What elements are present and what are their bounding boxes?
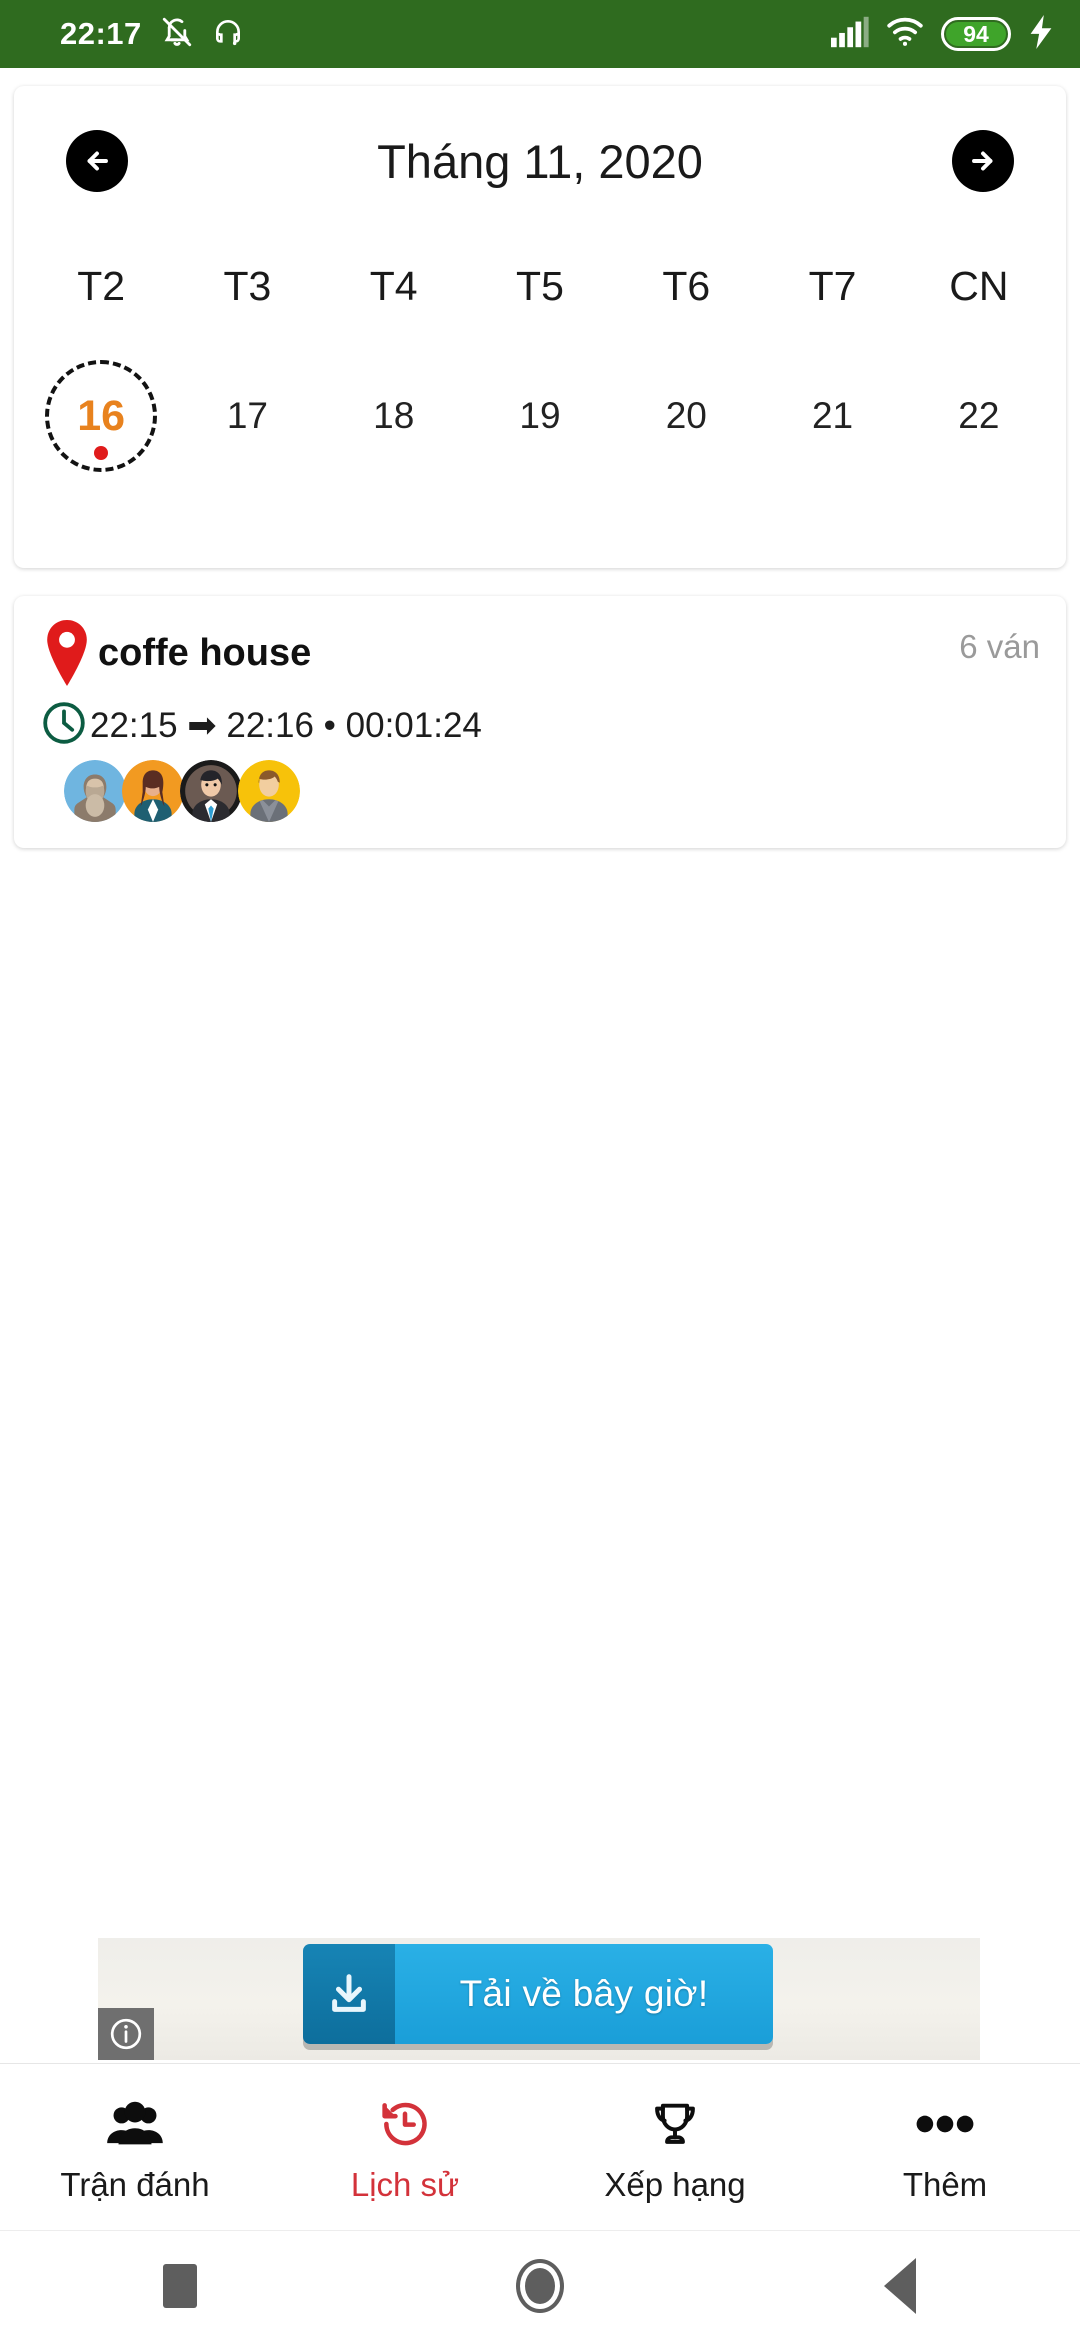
weekday-label: T4 bbox=[369, 262, 418, 309]
ad-banner[interactable]: Tải về bây giờ! bbox=[98, 1938, 980, 2060]
home-icon bbox=[516, 2258, 564, 2313]
info-icon[interactable] bbox=[98, 2008, 154, 2060]
history-icon bbox=[379, 2096, 431, 2152]
history-rounds-count: 6 ván bbox=[959, 628, 1040, 665]
avatar[interactable] bbox=[238, 760, 300, 822]
battery-icon: 94 bbox=[941, 17, 1011, 51]
calendar-header: Tháng 11, 2020 bbox=[14, 86, 1066, 236]
date-label: 20 bbox=[665, 395, 707, 436]
battery-level: 94 bbox=[963, 20, 989, 47]
event-dot bbox=[94, 446, 109, 460]
recents-icon bbox=[163, 2263, 197, 2308]
weekday-label: T3 bbox=[223, 262, 272, 309]
date-label: 18 bbox=[373, 395, 415, 436]
weekday-cell: T4 bbox=[321, 263, 467, 310]
date-cell-selected[interactable]: 16 bbox=[28, 360, 174, 472]
back-button[interactable] bbox=[720, 2257, 1080, 2314]
ad-cta-label: Tải về bây giờ! bbox=[395, 1944, 773, 2044]
recents-button[interactable] bbox=[0, 2263, 360, 2308]
weekday-cell: T3 bbox=[174, 263, 320, 310]
calendar-title: Tháng 11, 2020 bbox=[377, 134, 703, 188]
date-cell[interactable]: 21 bbox=[759, 395, 905, 437]
trophy-icon bbox=[649, 2096, 701, 2152]
date-cell[interactable]: 18 bbox=[321, 395, 467, 437]
tab-xep-hang[interactable]: Xếp hạng bbox=[540, 2064, 810, 2230]
tab-tran-danh[interactable]: Trận đánh bbox=[0, 2064, 270, 2230]
tab-label: Lịch sử bbox=[350, 2166, 460, 2203]
weekday-cell: CN bbox=[906, 263, 1052, 310]
weekday-label: CN bbox=[949, 262, 1009, 309]
history-time-row: 22:15 ➡ 22:16 • 00:01:24 bbox=[40, 699, 1040, 752]
tab-label: Trận đánh bbox=[60, 2166, 210, 2203]
date-row: 16 17 18 19 20 21 22 bbox=[14, 336, 1066, 496]
bottom-tab-bar: Trận đánh Lịch sử Xếp hạng Thêm bbox=[0, 2063, 1080, 2230]
home-icon-inner bbox=[525, 2267, 555, 2304]
tab-lich-su[interactable]: Lịch sử bbox=[270, 2064, 540, 2230]
avatar[interactable] bbox=[122, 760, 184, 822]
ad-cta-button[interactable]: Tải về bây giờ! bbox=[303, 1944, 773, 2044]
charging-bolt-icon bbox=[1028, 14, 1054, 54]
history-time-range: 22:15 ➡ 22:16 • 00:01:24 bbox=[90, 705, 482, 745]
status-clock: 22:17 bbox=[60, 16, 142, 51]
date-cell[interactable]: 22 bbox=[906, 395, 1052, 437]
next-month-button[interactable] bbox=[952, 130, 1014, 192]
weekday-cell: T2 bbox=[28, 263, 174, 310]
people-icon bbox=[106, 2096, 164, 2152]
date-label: 21 bbox=[811, 395, 854, 436]
history-card-header: coffe house 6 ván bbox=[40, 618, 1040, 691]
android-navigation-bar bbox=[0, 2230, 1080, 2340]
home-button[interactable] bbox=[360, 2258, 720, 2313]
tab-label: Xếp hạng bbox=[604, 2166, 746, 2203]
tab-them[interactable]: Thêm bbox=[810, 2064, 1080, 2230]
date-label: 19 bbox=[519, 395, 561, 436]
date-label: 17 bbox=[226, 395, 268, 436]
status-bar: 22:17 94 bbox=[0, 0, 1080, 68]
prev-month-button[interactable] bbox=[66, 130, 128, 192]
weekday-label: T5 bbox=[516, 262, 564, 309]
history-place-name: coffe house bbox=[98, 632, 312, 674]
weekday-cell: T6 bbox=[613, 263, 759, 310]
download-icon bbox=[303, 1944, 395, 2044]
date-cell[interactable]: 20 bbox=[613, 395, 759, 437]
weekday-label: T2 bbox=[77, 262, 126, 309]
wifi-icon bbox=[886, 17, 924, 52]
clock-icon bbox=[40, 699, 88, 752]
location-pin-icon bbox=[40, 620, 94, 691]
avatar[interactable] bbox=[180, 760, 242, 822]
weekday-row: T2 T3 T4 T5 T6 T7 CN bbox=[14, 236, 1066, 336]
weekday-cell: T7 bbox=[759, 263, 905, 310]
tab-label: Thêm bbox=[902, 2166, 988, 2203]
weekday-cell: T5 bbox=[467, 263, 613, 310]
date-cell[interactable]: 17 bbox=[174, 395, 320, 437]
calendar-card: Tháng 11, 2020 T2 T3 T4 T5 T6 T7 CN 16 1… bbox=[14, 86, 1066, 568]
status-bar-right: 94 bbox=[831, 14, 1054, 54]
headset-icon bbox=[212, 16, 244, 53]
ellipsis-icon bbox=[916, 2096, 974, 2152]
weekday-label: T7 bbox=[808, 262, 857, 309]
date-label: 22 bbox=[958, 395, 1000, 436]
weekday-label: T6 bbox=[662, 262, 711, 309]
back-icon bbox=[884, 2257, 916, 2314]
bell-muted-icon bbox=[160, 15, 194, 54]
avatar[interactable] bbox=[64, 760, 126, 822]
history-entry-card[interactable]: coffe house 6 ván 22:15 ➡ 22:16 • 00:01:… bbox=[14, 596, 1066, 848]
status-bar-left: 22:17 bbox=[60, 15, 244, 54]
date-cell[interactable]: 19 bbox=[467, 395, 613, 437]
signal-icon bbox=[831, 16, 869, 53]
player-avatar-row bbox=[64, 760, 1040, 822]
